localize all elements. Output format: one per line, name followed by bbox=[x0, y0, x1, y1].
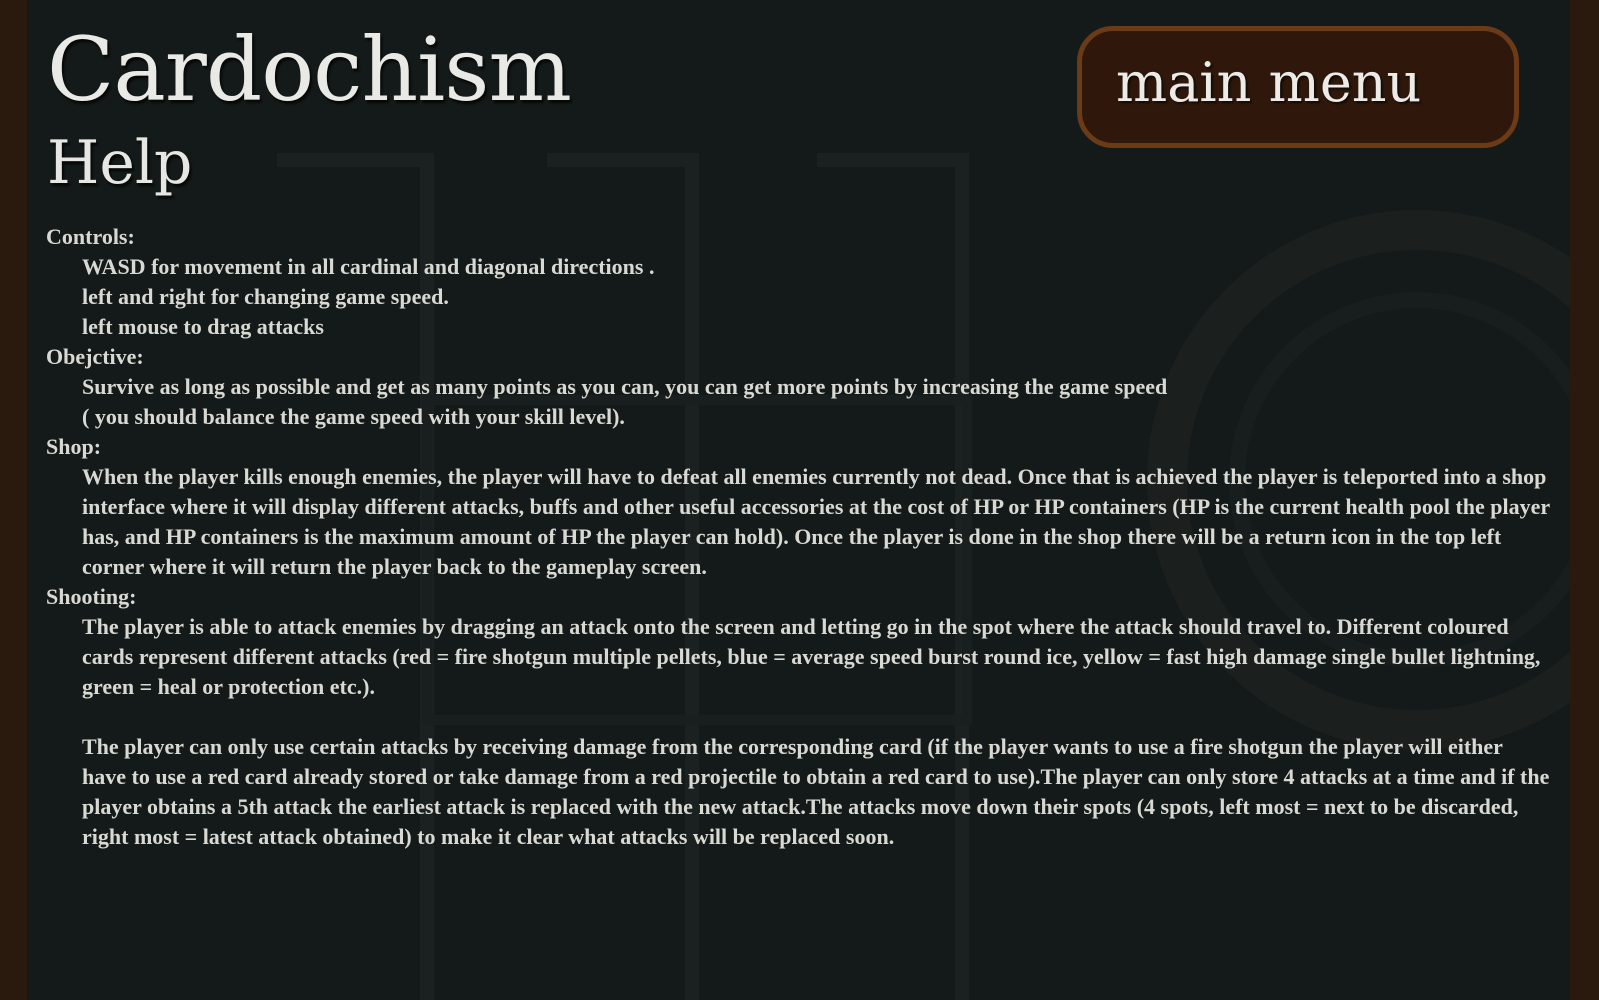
controls-line: WASD for movement in all cardinal and di… bbox=[82, 254, 655, 279]
main-menu-button[interactable]: main menu bbox=[1077, 26, 1519, 148]
shooting-heading: Shooting: bbox=[46, 584, 137, 609]
help-screen: Cardochism Help main menu Controls: WASD… bbox=[27, 0, 1570, 1000]
page-title: Help bbox=[47, 128, 193, 198]
shop-text: When the player kills enough enemies, th… bbox=[82, 464, 1550, 579]
main-menu-button-label: main menu bbox=[1116, 50, 1422, 114]
shooting-text: The player can only use certain attacks … bbox=[82, 734, 1550, 849]
objective-line: ( you should balance the game speed with… bbox=[82, 404, 625, 429]
shooting-text: The player is able to attack enemies by … bbox=[82, 614, 1541, 699]
help-content: Controls: WASD for movement in all cardi… bbox=[46, 222, 1551, 852]
objective-line: Survive as long as possible and get as m… bbox=[82, 374, 1168, 399]
game-title: Cardochism bbox=[47, 18, 572, 121]
controls-heading: Controls: bbox=[46, 224, 135, 249]
controls-line: left mouse to drag attacks bbox=[82, 314, 324, 339]
shop-heading: Shop: bbox=[46, 434, 102, 459]
controls-line: left and right for changing game speed. bbox=[82, 284, 449, 309]
objective-heading: Obejctive: bbox=[46, 344, 144, 369]
